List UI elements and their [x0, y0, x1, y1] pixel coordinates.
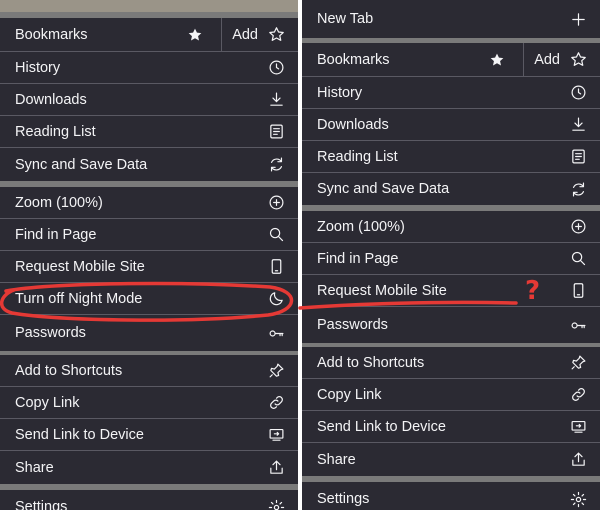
menu-item-history[interactable]: History — [0, 52, 298, 84]
bookmark-star-filled-icon[interactable] — [185, 25, 205, 45]
shortcuts-label: Add to Shortcuts — [15, 362, 123, 379]
link-icon — [266, 393, 286, 413]
star-outline-icon — [568, 50, 588, 70]
add-bookmark-button[interactable]: Add — [523, 43, 588, 76]
gear-icon — [568, 489, 588, 509]
menu-item-new-tab[interactable]: New Tab — [302, 0, 600, 38]
menu-item-reading-list[interactable]: Reading List — [0, 116, 298, 148]
menu-item-passwords[interactable]: Passwords — [0, 315, 298, 351]
copy-link-label: Copy Link — [317, 386, 382, 403]
find-label: Find in Page — [317, 250, 399, 267]
background-page-strip — [0, 0, 298, 12]
passwords-label: Passwords — [317, 317, 388, 333]
request-mobile-label: Request Mobile Site — [15, 258, 145, 275]
share-label: Share — [15, 459, 54, 476]
menu-item-find[interactable]: Find in Page — [0, 219, 298, 251]
menu-item-zoom[interactable]: Zoom (100%) — [302, 211, 600, 243]
sync-label: Sync and Save Data — [317, 181, 450, 197]
menu-item-history[interactable]: History — [302, 77, 600, 109]
mobile-phone-icon — [266, 257, 286, 277]
menu-item-sync[interactable]: Sync and Save Data — [0, 148, 298, 181]
menu-item-sync[interactable]: Sync and Save Data — [302, 173, 600, 205]
clock-icon — [266, 58, 286, 78]
settings-label: Settings — [15, 499, 68, 510]
zoom-plus-icon — [266, 193, 286, 213]
bookmark-star-filled-icon[interactable] — [487, 50, 507, 70]
star-outline-icon — [266, 25, 286, 45]
menu-item-zoom[interactable]: Zoom (100%) — [0, 187, 298, 219]
menu-item-request-mobile[interactable]: Request Mobile Site — [0, 251, 298, 283]
menu-item-bookmarks[interactable]: Bookmarks Add — [302, 43, 600, 77]
send-to-device-icon — [266, 425, 286, 445]
menu-item-share[interactable]: Share — [302, 443, 600, 476]
menu-item-share[interactable]: Share — [0, 451, 298, 484]
menu-item-downloads[interactable]: Downloads — [0, 84, 298, 116]
key-icon — [568, 315, 588, 335]
menu-item-passwords[interactable]: Passwords — [302, 307, 600, 343]
request-mobile-label: Request Mobile Site — [317, 282, 447, 299]
pin-icon — [568, 353, 588, 373]
menu-item-send-link[interactable]: Send Link to Device — [302, 411, 600, 443]
moon-icon — [266, 289, 286, 309]
menu-item-shortcuts[interactable]: Add to Shortcuts — [0, 355, 298, 387]
zoom-plus-icon — [568, 217, 588, 237]
search-icon — [266, 225, 286, 245]
reading-list-label: Reading List — [317, 148, 398, 165]
pin-icon — [266, 361, 286, 381]
add-label: Add — [232, 26, 258, 43]
plus-icon — [568, 9, 588, 29]
copy-link-label: Copy Link — [15, 394, 80, 411]
history-label: History — [15, 59, 61, 76]
shortcuts-label: Add to Shortcuts — [317, 354, 425, 371]
menu-item-copy-link[interactable]: Copy Link — [0, 387, 298, 419]
add-bookmark-button[interactable]: Add — [221, 18, 286, 51]
menu-panel-right: New Tab Bookmarks Add History Downloads … — [302, 0, 600, 510]
menu-item-night-mode[interactable]: Turn off Night Mode — [0, 283, 298, 315]
menu-item-settings[interactable]: Settings — [302, 482, 600, 510]
menu-item-send-link[interactable]: Send Link to Device — [0, 419, 298, 451]
send-link-label: Send Link to Device — [317, 418, 446, 435]
downloads-label: Downloads — [15, 91, 87, 108]
clock-icon — [568, 83, 588, 103]
link-icon — [568, 385, 588, 405]
key-icon — [266, 323, 286, 343]
new-tab-label: New Tab — [317, 11, 374, 27]
menu-item-downloads[interactable]: Downloads — [302, 109, 600, 141]
menu-item-reading-list[interactable]: Reading List — [302, 141, 600, 173]
sync-icon — [266, 155, 286, 175]
download-icon — [568, 115, 588, 135]
gear-icon — [266, 497, 286, 510]
share-icon — [266, 458, 286, 478]
bookmarks-label: Bookmarks — [15, 26, 88, 43]
find-label: Find in Page — [15, 226, 97, 243]
menu-item-settings[interactable]: Settings — [0, 490, 298, 510]
add-label: Add — [534, 51, 560, 68]
share-label: Share — [317, 451, 356, 468]
menu-item-find[interactable]: Find in Page — [302, 243, 600, 275]
menu-panel-left: Bookmarks Add History Downloads Reading … — [0, 0, 298, 510]
menu-item-request-mobile[interactable]: Request Mobile Site — [302, 275, 600, 307]
reading-list-icon — [568, 147, 588, 167]
reading-list-icon — [266, 122, 286, 142]
reading-list-label: Reading List — [15, 123, 96, 140]
zoom-label: Zoom (100%) — [15, 194, 103, 211]
downloads-label: Downloads — [317, 116, 389, 133]
settings-label: Settings — [317, 491, 370, 507]
passwords-label: Passwords — [15, 325, 86, 341]
search-icon — [568, 249, 588, 269]
download-icon — [266, 90, 286, 110]
menu-item-copy-link[interactable]: Copy Link — [302, 379, 600, 411]
sync-icon — [568, 179, 588, 199]
send-link-label: Send Link to Device — [15, 426, 144, 443]
zoom-label: Zoom (100%) — [317, 218, 405, 235]
menu-item-shortcuts[interactable]: Add to Shortcuts — [302, 347, 600, 379]
send-to-device-icon — [568, 417, 588, 437]
share-icon — [568, 450, 588, 470]
night-mode-label: Turn off Night Mode — [15, 290, 143, 307]
menu-item-bookmarks[interactable]: Bookmarks Add — [0, 18, 298, 52]
history-label: History — [317, 84, 363, 101]
sync-label: Sync and Save Data — [15, 156, 148, 173]
mobile-phone-icon — [568, 281, 588, 301]
bookmarks-label: Bookmarks — [317, 51, 390, 68]
